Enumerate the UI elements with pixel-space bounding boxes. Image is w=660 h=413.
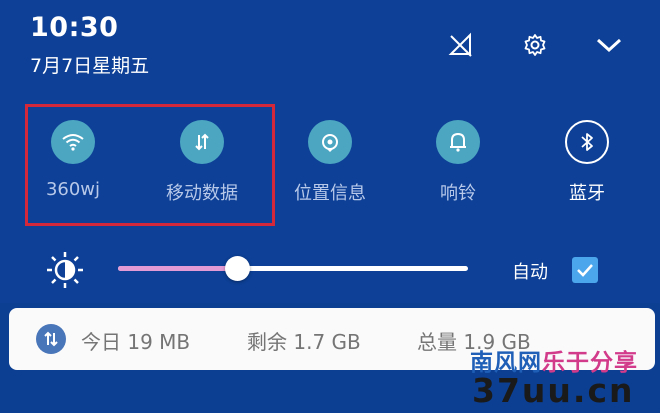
brightness-row: 自动 <box>0 245 660 295</box>
brightness-icon <box>46 251 84 289</box>
tile-location-label: 位置信息 <box>294 183 366 204</box>
data-usage-icon <box>36 324 66 354</box>
tile-mobile-data-label: 移动数据 <box>166 183 238 204</box>
watermark-domain: 37uu.cn <box>472 371 635 410</box>
bluetooth-icon <box>565 120 609 164</box>
gear-icon-glyph <box>524 34 546 56</box>
tile-ring[interactable]: 响铃 <box>403 120 513 205</box>
tile-wifi-label: 360wj <box>45 179 101 200</box>
brightness-slider-fill <box>118 266 237 271</box>
watermark-logo: 南风网乐于分享 37uu.cn <box>462 343 660 413</box>
chevron-down-icon-glyph <box>596 38 622 53</box>
data-remaining: 剩余 1.7 GB <box>247 330 361 354</box>
tile-location[interactable]: 位置信息 <box>275 120 385 205</box>
check-icon <box>577 264 593 277</box>
brightness-slider-thumb[interactable] <box>225 256 250 281</box>
no-sim-icon-glyph <box>448 32 472 57</box>
tile-ring-label: 响铃 <box>440 183 476 204</box>
clock-time: 10:30 <box>30 12 119 43</box>
tile-bluetooth-label: 蓝牙 <box>569 183 605 204</box>
mobile-data-icon <box>180 120 224 164</box>
auto-brightness-label: 自动 <box>512 262 548 283</box>
tile-mobile-data[interactable]: 移动数据 <box>147 120 257 205</box>
chevron-down-icon[interactable] <box>592 28 626 62</box>
notification-shade: 10:30 7月7日星期五 360wj 移动数据 位置信息 响铃 蓝牙 自动 <box>0 0 660 303</box>
no-sim-icon[interactable] <box>444 28 478 62</box>
wifi-icon <box>51 120 95 164</box>
clock-date: 7月7日星期五 <box>30 55 150 77</box>
data-today: 今日 19 MB <box>81 330 191 354</box>
bell-icon <box>436 120 480 164</box>
tile-bluetooth[interactable]: 蓝牙 <box>532 120 642 205</box>
auto-brightness-checkbox[interactable] <box>572 257 598 283</box>
location-icon <box>308 120 352 164</box>
brightness-slider[interactable] <box>118 256 468 281</box>
tile-wifi[interactable]: 360wj <box>18 120 128 200</box>
gear-icon[interactable] <box>518 28 552 62</box>
